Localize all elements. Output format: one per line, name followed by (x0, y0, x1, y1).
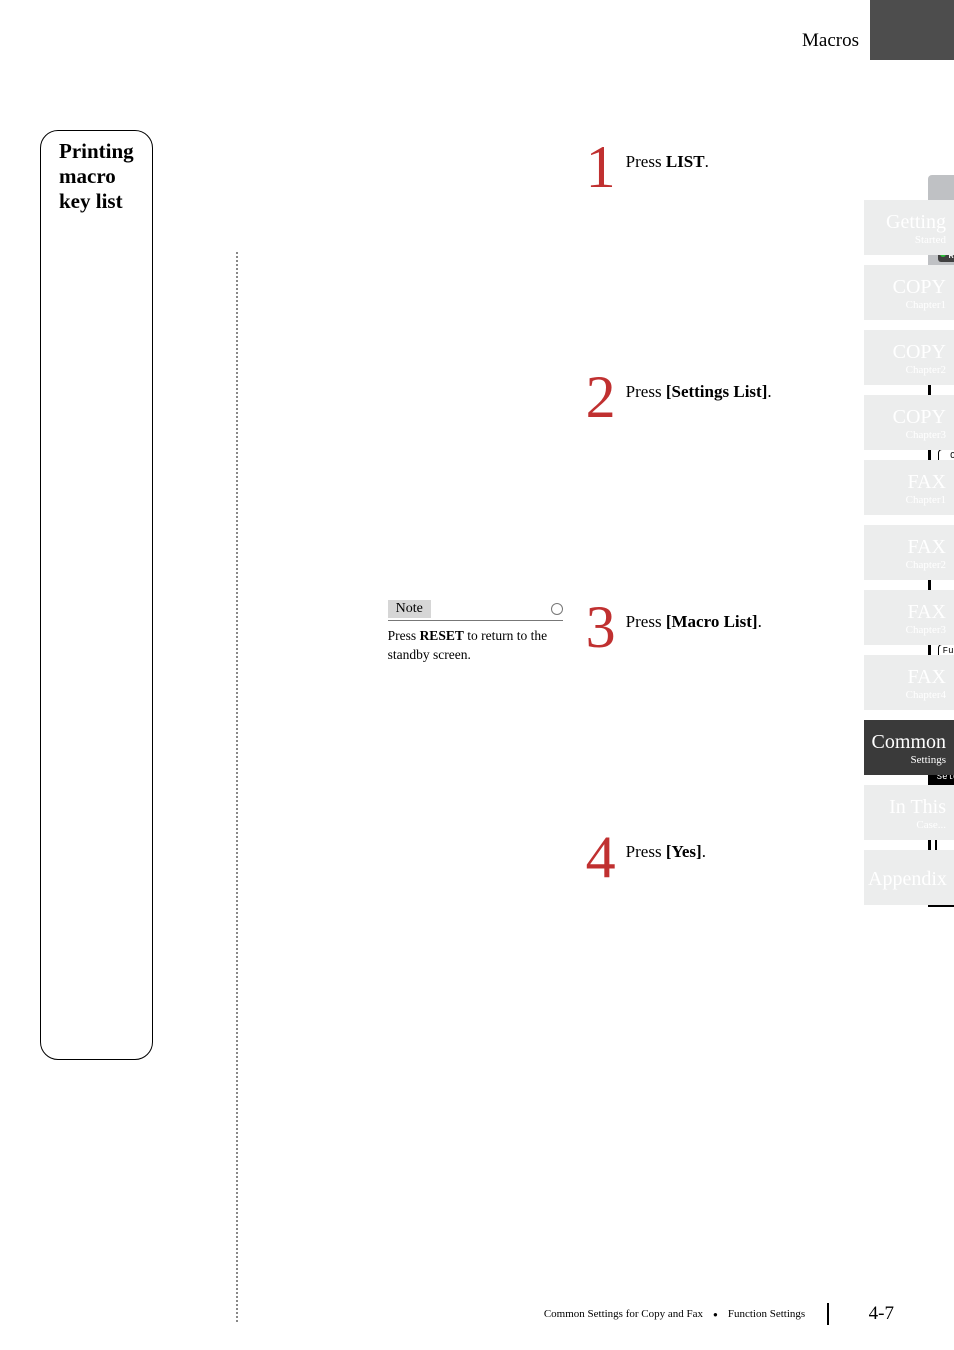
step-1-pre: Press (626, 152, 666, 171)
step-4-post: . (702, 842, 706, 861)
footer-bar (827, 1303, 829, 1325)
note-box: Note Press RESET to return to the standb… (388, 600, 563, 665)
step-1-text: Press LIST. (626, 140, 709, 172)
tab-fax-chapter1[interactable]: FAXChapter1 (864, 460, 954, 515)
step-2-post: . (767, 382, 771, 401)
step-2-text: Press [Settings List]. (626, 370, 772, 402)
step-4-text: Press [Yes]. (626, 830, 706, 862)
step-2-bold: [Settings List] (666, 382, 768, 401)
note-body: Press RESET to return to the standby scr… (388, 627, 563, 665)
step-3-number: 3 (576, 600, 626, 654)
note-label: Note (388, 600, 431, 618)
step-2-number: 2 (576, 370, 626, 424)
section-title: Printing macro key list (40, 130, 153, 1060)
step-3-bold: [Macro List] (666, 612, 758, 631)
step-3-text: Press [Macro List]. (626, 600, 762, 632)
step-3-post: . (758, 612, 762, 631)
footer-right: Function Settings (728, 1308, 805, 1320)
tab-copy-chapter2[interactable]: COPYChapter2 (864, 330, 954, 385)
tab-copy-chapter3[interactable]: COPYChapter3 (864, 395, 954, 450)
chapter-tabs: GettingStarted COPYChapter1 COPYChapter2 CO… (864, 200, 954, 905)
tab-copy-chapter1[interactable]: COPYChapter1 (864, 265, 954, 320)
tab-fax-chapter4[interactable]: FAXChapter4 (864, 655, 954, 710)
footer-left: Common Settings for Copy and Fax (544, 1308, 703, 1320)
step-1-number: 1 (576, 140, 626, 194)
footer-dot-icon: ● (713, 1310, 718, 1319)
page-footer: Common Settings for Copy and Fax ● Funct… (544, 1303, 894, 1325)
tab-fax-chapter3[interactable]: FAXChapter3 (864, 590, 954, 645)
step-4-number: 4 (576, 830, 626, 884)
running-header: Macros (802, 30, 859, 52)
tab-fax-chapter2[interactable]: FAXChapter2 (864, 525, 954, 580)
step-vertical-dots (236, 252, 238, 1322)
step-1-post: . (705, 152, 709, 171)
tab-common-settings[interactable]: CommonSettings (864, 720, 954, 775)
footer-page-number: 4-7 (869, 1303, 894, 1325)
tab-getting-started[interactable]: GettingStarted (864, 200, 954, 255)
note-bullet-icon (551, 603, 563, 615)
step-3-pre: Press (626, 612, 666, 631)
step-4-pre: Press (626, 842, 666, 861)
step-4-bold: [Yes] (666, 842, 702, 861)
top-white-area (0, 0, 870, 60)
tab-appendix-[interactable]: Appendix (864, 850, 954, 905)
step-1-bold: LIST (666, 152, 705, 171)
note-body-bold: RESET (420, 628, 464, 643)
step-2-pre: Press (626, 382, 666, 401)
note-body-pre: Press (388, 628, 420, 643)
tab-in-this-case-[interactable]: In ThisCase... (864, 785, 954, 840)
